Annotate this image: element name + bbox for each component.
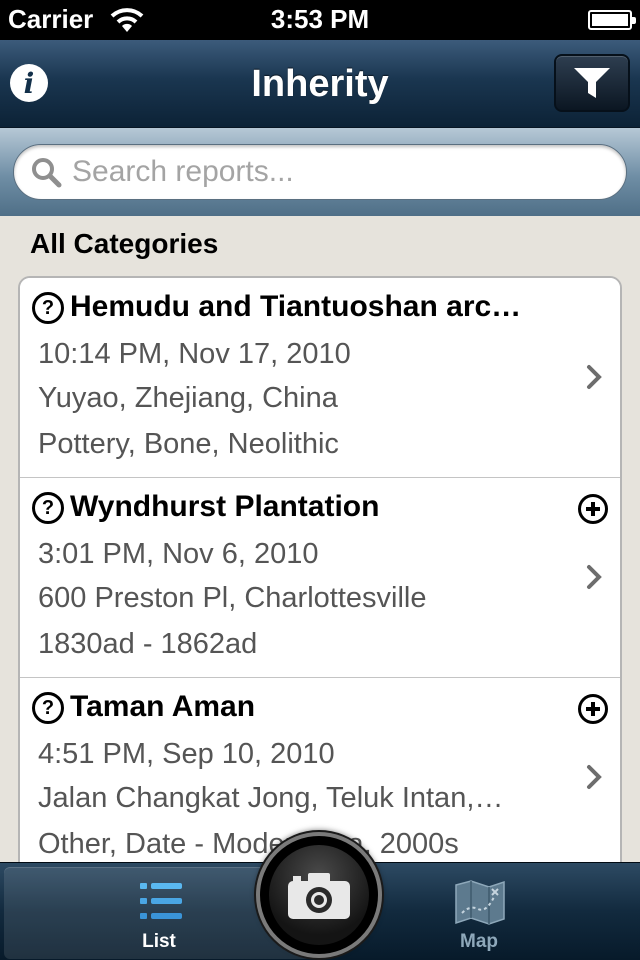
question-icon: ? (32, 292, 64, 324)
navigation-bar: i Inherity (0, 40, 640, 128)
question-icon: ? (32, 492, 64, 524)
chevron-right-icon (587, 565, 602, 589)
search-icon (32, 158, 62, 188)
chevron-right-icon (587, 365, 602, 389)
search-field[interactable] (13, 144, 627, 200)
report-title: Taman Aman (70, 690, 256, 723)
filter-button[interactable] (554, 54, 630, 112)
camera-icon (288, 873, 350, 919)
camera-button[interactable] (256, 832, 382, 958)
report-list: ? Hemudu and Tiantuoshan arc… 10:14 PM, … (18, 276, 622, 880)
report-datetime: 4:51 PM, Sep 10, 2010 (38, 738, 335, 770)
report-location: 600 Preston Pl, Charlottesville (38, 582, 427, 614)
report-row[interactable]: ? Wyndhurst Plantation 3:01 PM, Nov 6, 2… (20, 478, 620, 678)
report-tags: 1830ad - 1862ad (38, 628, 258, 660)
question-icon: ? (32, 692, 64, 724)
filter-icon (574, 68, 610, 98)
report-datetime: 3:01 PM, Nov 6, 2010 (38, 538, 319, 570)
report-tags: Pottery, Bone, Neolithic (38, 428, 339, 460)
section-header: All Categories (30, 228, 219, 259)
report-location: Yuyao, Zhejiang, China (38, 382, 338, 414)
search-input[interactable] (72, 155, 592, 189)
report-row[interactable]: ? Hemudu and Tiantuoshan arc… 10:14 PM, … (20, 278, 620, 478)
tab-map-label: Map (460, 931, 498, 952)
report-title: Wyndhurst Plantation (70, 490, 380, 523)
page-title: Inherity (251, 63, 389, 105)
camera-button-face (267, 843, 371, 947)
battery-icon (588, 10, 636, 30)
status-bar: Carrier 3:53 PM (0, 0, 640, 40)
chevron-right-icon (587, 765, 602, 789)
add-icon[interactable] (578, 694, 608, 724)
report-title: Hemudu and Tiantuoshan arc… (70, 290, 522, 323)
search-bar (0, 128, 640, 216)
map-icon (455, 880, 505, 925)
status-time: 3:53 PM (270, 4, 370, 34)
report-datetime: 10:14 PM, Nov 17, 2010 (38, 338, 351, 370)
add-icon[interactable] (578, 494, 608, 524)
report-location: Jalan Changkat Jong, Teluk Intan,… (38, 782, 504, 814)
list-icon (140, 883, 182, 919)
